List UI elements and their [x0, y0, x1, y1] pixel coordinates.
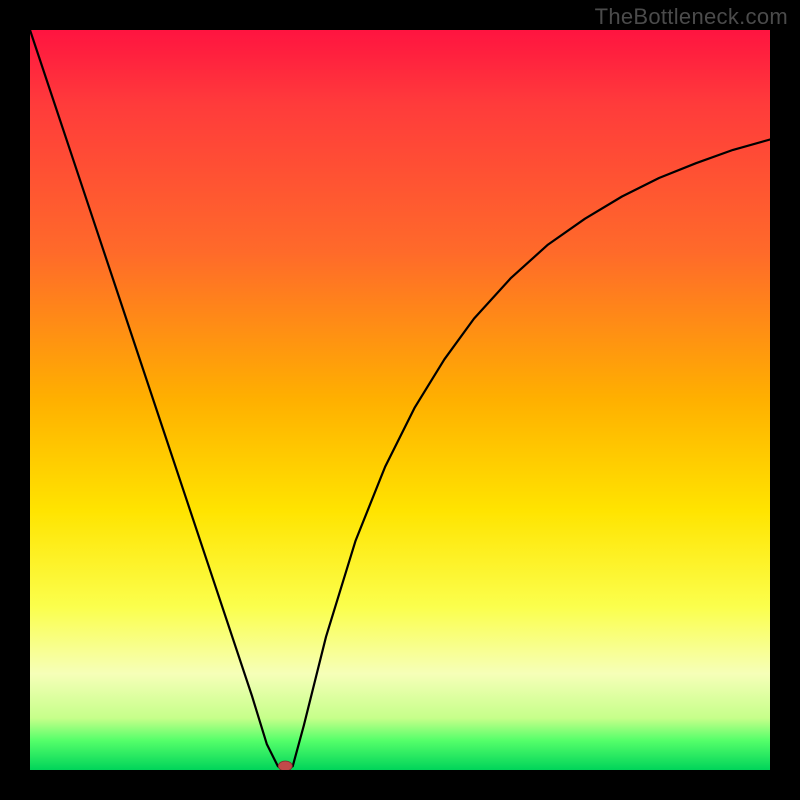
optimum-marker — [278, 761, 292, 770]
plot-area — [30, 30, 770, 770]
chart-svg — [30, 30, 770, 770]
watermark-text: TheBottleneck.com — [595, 4, 788, 30]
bottleneck-curve — [30, 30, 770, 770]
chart-frame: TheBottleneck.com — [0, 0, 800, 800]
